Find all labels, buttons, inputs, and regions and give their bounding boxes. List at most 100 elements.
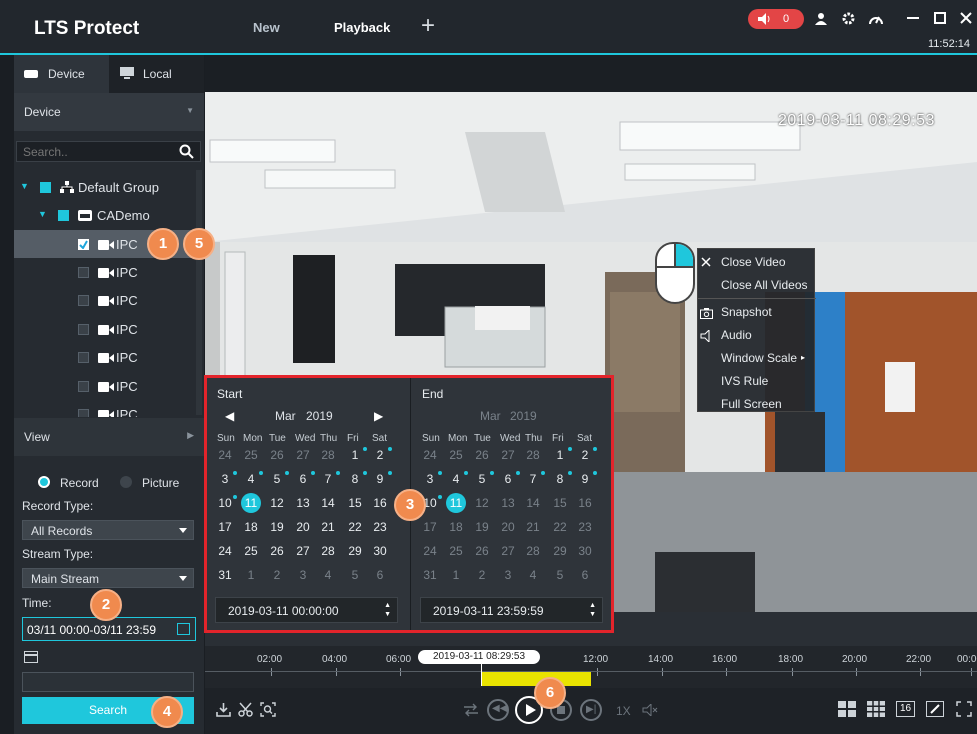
spinner-icon[interactable]: ▲ ▼	[589, 601, 596, 619]
calendar-day[interactable]: 20	[498, 520, 518, 534]
radio-record[interactable]	[38, 476, 50, 488]
calendar-day[interactable]: 8	[345, 471, 367, 486]
smart-search-icon[interactable]	[260, 702, 276, 717]
expand-arrow-icon[interactable]: ▼	[38, 209, 47, 219]
calendar-day[interactable]: 26	[267, 448, 287, 462]
calendar-day[interactable]: 24	[420, 448, 440, 462]
gear-icon[interactable]	[841, 11, 856, 26]
calendar-day[interactable]: 3	[293, 568, 313, 582]
calendar-day[interactable]: 19	[267, 520, 287, 534]
download-icon[interactable]	[216, 702, 231, 717]
user-icon[interactable]	[814, 12, 828, 26]
tree-item-camera[interactable]: IPC	[14, 400, 196, 417]
calendar-day[interactable]: 26	[472, 448, 492, 462]
calendar-day[interactable]: 8	[550, 471, 572, 486]
checkbox[interactable]	[58, 210, 69, 221]
calendar-day[interactable]: 4	[523, 568, 543, 582]
tree-item-camera[interactable]: IPC	[14, 315, 196, 343]
fullscreen-icon[interactable]	[956, 701, 972, 717]
calendar-day[interactable]: 28	[318, 448, 338, 462]
calendar-day[interactable]: 7	[318, 471, 340, 486]
calendar-day[interactable]: 14	[523, 496, 543, 510]
alarm-badge[interactable]: 0	[748, 9, 804, 29]
calendar-day[interactable]: 18	[446, 520, 466, 534]
calendar-day[interactable]: 25	[241, 544, 261, 558]
custom-layout-edit-icon[interactable]	[926, 701, 944, 717]
calendar-day[interactable]: 25	[446, 544, 466, 558]
calendar-day[interactable]: 13	[498, 496, 518, 510]
calendar-day[interactable]: 29	[345, 544, 365, 558]
layout-4-icon[interactable]	[838, 701, 856, 717]
checkbox[interactable]	[78, 267, 89, 278]
calendar-day[interactable]: 24	[420, 544, 440, 558]
tab-playback[interactable]: Playback	[334, 20, 390, 35]
minimize-icon[interactable]	[907, 17, 919, 21]
record-type-select[interactable]: All Records	[22, 520, 194, 540]
menu-close-video[interactable]: Close Video	[721, 255, 786, 269]
menu-audio[interactable]: Audio	[721, 328, 752, 342]
calendar-day[interactable]: 15	[550, 496, 570, 510]
calendar-day[interactable]: 27	[293, 448, 313, 462]
stream-type-select[interactable]: Main Stream	[22, 568, 194, 588]
calendar-day[interactable]: 1	[446, 568, 466, 582]
calendar-day[interactable]: 5	[345, 568, 365, 582]
checkbox[interactable]	[78, 381, 89, 392]
tab-device[interactable]: Device	[14, 55, 109, 93]
expand-arrow-icon[interactable]: ▼	[20, 181, 29, 191]
calendar-day[interactable]: 9	[370, 471, 392, 486]
calendar-day[interactable]: 3	[420, 471, 442, 486]
tree-item-camera[interactable]: IPC	[14, 286, 196, 314]
playback-timeline[interactable]: 02:00 04:00 06:00 12:00 14:00 16:00 18:00 20:00…	[205, 646, 977, 688]
tab-new[interactable]: New	[253, 20, 280, 35]
search-icon[interactable]	[179, 144, 194, 159]
calendar-day[interactable]: 5	[472, 471, 494, 486]
calendar-day[interactable]: 12	[472, 496, 492, 510]
calendar-day[interactable]: 15	[345, 496, 365, 510]
calendar-day[interactable]: 28	[318, 544, 338, 558]
sync-icon[interactable]	[463, 703, 479, 717]
calendar-day[interactable]: 25	[446, 448, 466, 462]
start-datetime-field[interactable]: 2019-03-11 00:00:00 ▲ ▼	[215, 597, 398, 623]
search-input[interactable]	[23, 143, 173, 160]
device-section-header[interactable]: Device ▼	[14, 93, 204, 131]
calendar-day[interactable]: 4	[318, 568, 338, 582]
performance-gauge-icon[interactable]	[868, 12, 884, 26]
calendar-day[interactable]: 6	[293, 471, 315, 486]
calendar-day[interactable]: 20	[293, 520, 313, 534]
calendar-day[interactable]: 27	[293, 544, 313, 558]
calendar-day[interactable]: 29	[550, 544, 570, 558]
calendar-day[interactable]: 16	[575, 496, 595, 510]
device-search[interactable]	[16, 141, 201, 162]
calendar-day[interactable]: 18	[241, 520, 261, 534]
add-tab-icon[interactable]: +	[421, 14, 435, 38]
spinner-icon[interactable]: ▲ ▼	[384, 601, 391, 619]
tree-item-camera[interactable]: IPC	[14, 258, 196, 286]
calendar-day[interactable]: 7	[523, 471, 545, 486]
calendar-day[interactable]: 6	[370, 568, 390, 582]
calendar-day[interactable]: 30	[370, 544, 390, 558]
calendar-day[interactable]: 2	[575, 447, 597, 462]
checkbox[interactable]	[40, 182, 51, 193]
calendar-day[interactable]: 23	[370, 520, 390, 534]
calendar-day[interactable]: 23	[575, 520, 595, 534]
checkbox-checked[interactable]	[78, 239, 89, 250]
calendar-day[interactable]: 21	[523, 520, 543, 534]
calendar-day[interactable]: 21	[318, 520, 338, 534]
calendar-day[interactable]: 19	[472, 520, 492, 534]
end-datetime-field[interactable]: 2019-03-11 23:59:59 ▲ ▼	[420, 597, 603, 623]
layout-9-icon[interactable]	[867, 701, 885, 717]
calendar-day[interactable]: 14	[318, 496, 338, 510]
radio-picture[interactable]	[120, 476, 132, 488]
next-month-icon[interactable]: ▶	[374, 409, 383, 423]
menu-snapshot[interactable]: Snapshot	[721, 305, 772, 319]
calendar-day[interactable]: 11	[241, 493, 261, 513]
tree-item-camera[interactable]: IPC	[14, 372, 196, 400]
tree-item-camera[interactable]: IPC	[14, 343, 196, 371]
timeline-cursor[interactable]	[481, 662, 482, 686]
maximize-icon[interactable]	[934, 12, 946, 24]
calendar-day[interactable]: 2	[472, 568, 492, 582]
tree-scrollbar[interactable]	[196, 170, 202, 415]
calendar-day[interactable]: 31	[215, 568, 235, 582]
menu-full-screen[interactable]: Full Screen	[721, 397, 782, 411]
calendar-day[interactable]: 11	[446, 493, 466, 513]
